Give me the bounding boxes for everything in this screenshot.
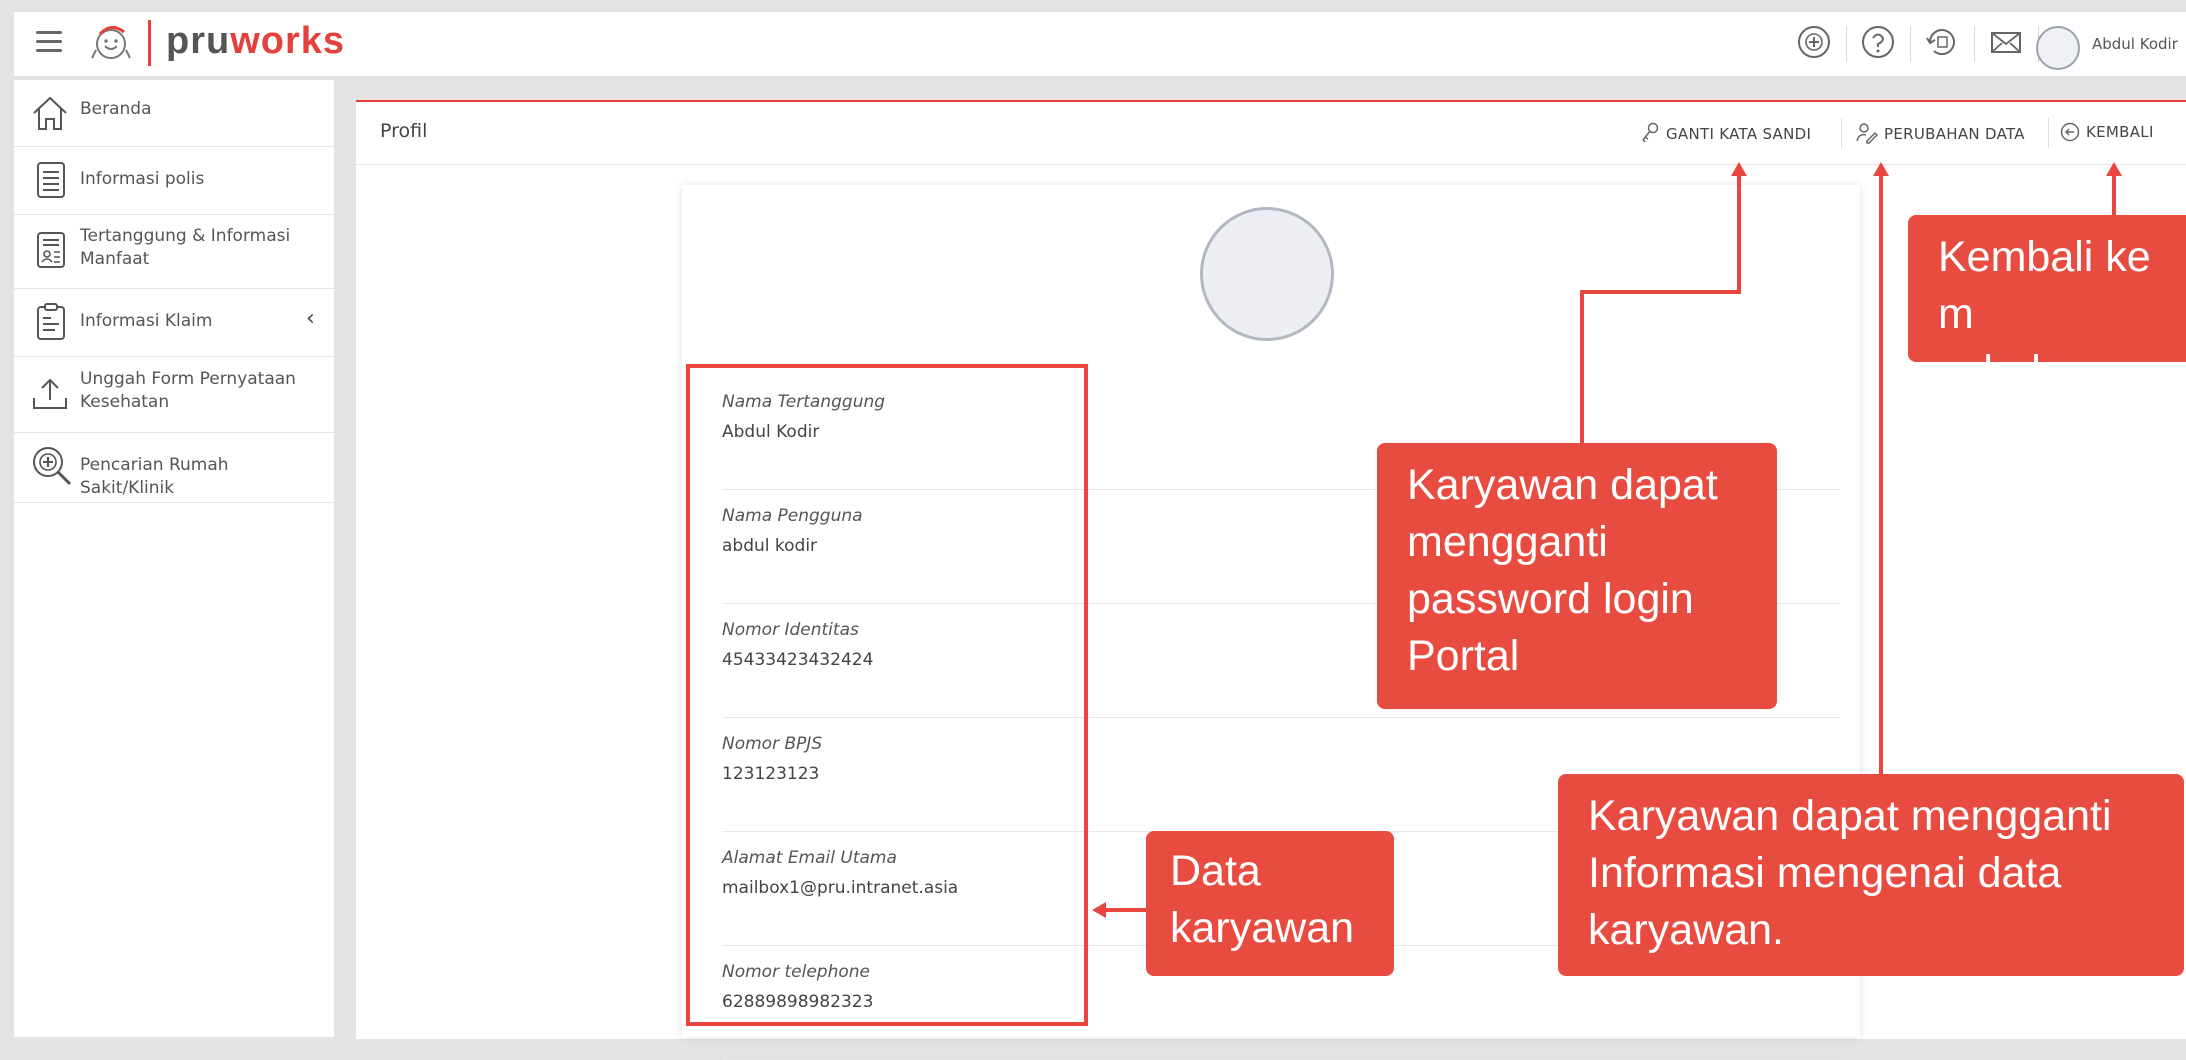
callout-employee-data: Data karyawan — [1146, 831, 1394, 976]
callout-line: Portal — [1407, 632, 1520, 680]
callout-line: Kembali ke m — [1938, 233, 2151, 338]
callout-line: karyawan — [1170, 904, 1355, 952]
callout-line: password login — [1407, 575, 1694, 623]
callout-back: Kembali ke m sebelumnya — [1908, 215, 2186, 395]
callout-line: Karyawan dapat mengganti — [1588, 792, 2112, 840]
callout-line: sebelumnya — [1938, 347, 2170, 395]
callout-line: karyawan. — [1588, 906, 1784, 954]
callout-line: Data — [1170, 847, 1261, 895]
callout-line: Informasi mengenai data — [1588, 849, 2062, 897]
callout-line: mengganti — [1407, 518, 1608, 566]
callout-change-password: Karyawan dapat mengganti password login … — [1377, 443, 1777, 709]
callout-line: Karyawan dapat — [1407, 461, 1718, 509]
callout-change-data: Karyawan dapat mengganti Informasi menge… — [1558, 774, 2184, 976]
